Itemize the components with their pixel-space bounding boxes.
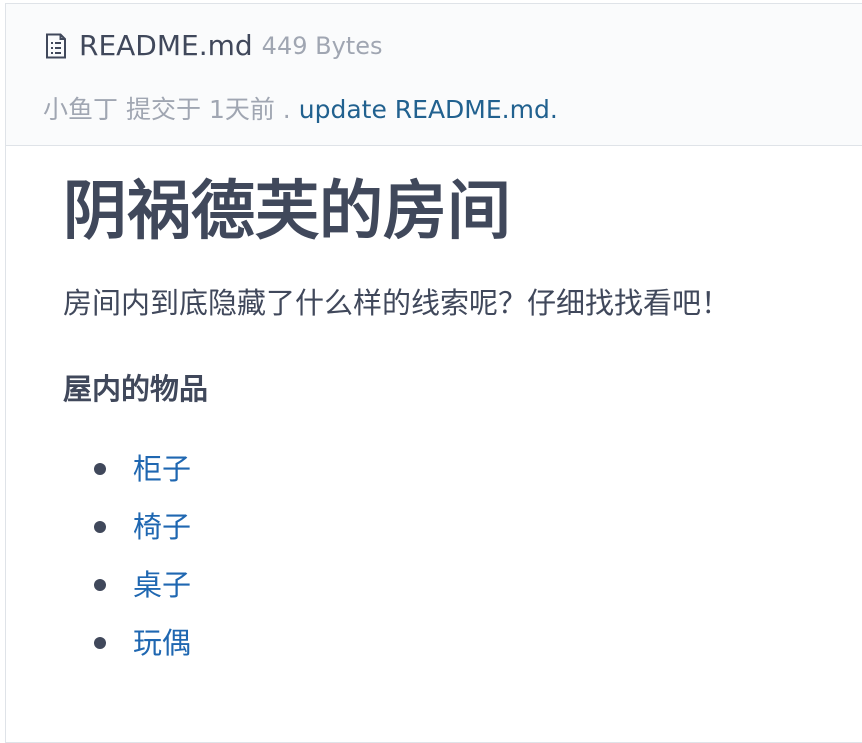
readme-title: 阴祸德芙的房间 [63,175,511,249]
item-link-chair[interactable]: 椅子 [133,510,191,544]
readme-content: 阴祸德芙的房间 房间内到底隐藏了什么样的线索呢？仔细找找看吧！ 屋内的物品 柜子… [63,174,853,672]
list-item: 桌子 [63,556,853,614]
item-link-table[interactable]: 桌子 [133,568,191,602]
item-link-doll[interactable]: 玩偶 [133,626,191,660]
list-item: 椅子 [63,498,853,556]
list-bullet [94,578,106,591]
file-size: 449 Bytes [261,31,383,60]
readme-panel: README.md 449 Bytes 小鱼丁 提交于 1天前 . update … [5,3,862,743]
commit-separator: . [282,95,291,124]
list-bullet [94,520,106,533]
commit-time: 1天前 [208,95,275,124]
list-bullet [94,636,106,649]
commit-action: 提交于 [125,95,201,124]
file-name: README.md [79,29,253,62]
file-title-row: README.md 449 Bytes [44,29,382,62]
commit-message-link[interactable]: update README.md. [299,95,558,124]
list-item: 柜子 [63,440,853,498]
commit-info: 小鱼丁 提交于 1天前 . update README.md. [43,90,558,126]
file-text-icon [44,32,68,60]
item-list: 柜子 椅子 桌子 玩偶 [63,440,853,672]
readme-lead: 房间内到底隐藏了什么样的线索呢？仔细找找看吧！ [63,285,731,320]
item-link-cabinet[interactable]: 柜子 [133,452,191,486]
file-header: README.md 449 Bytes 小鱼丁 提交于 1天前 . update … [6,4,862,146]
commit-author[interactable]: 小鱼丁 [43,95,118,124]
section-title: 屋内的物品 [63,371,209,406]
list-item: 玩偶 [63,614,853,672]
list-bullet [94,462,106,475]
